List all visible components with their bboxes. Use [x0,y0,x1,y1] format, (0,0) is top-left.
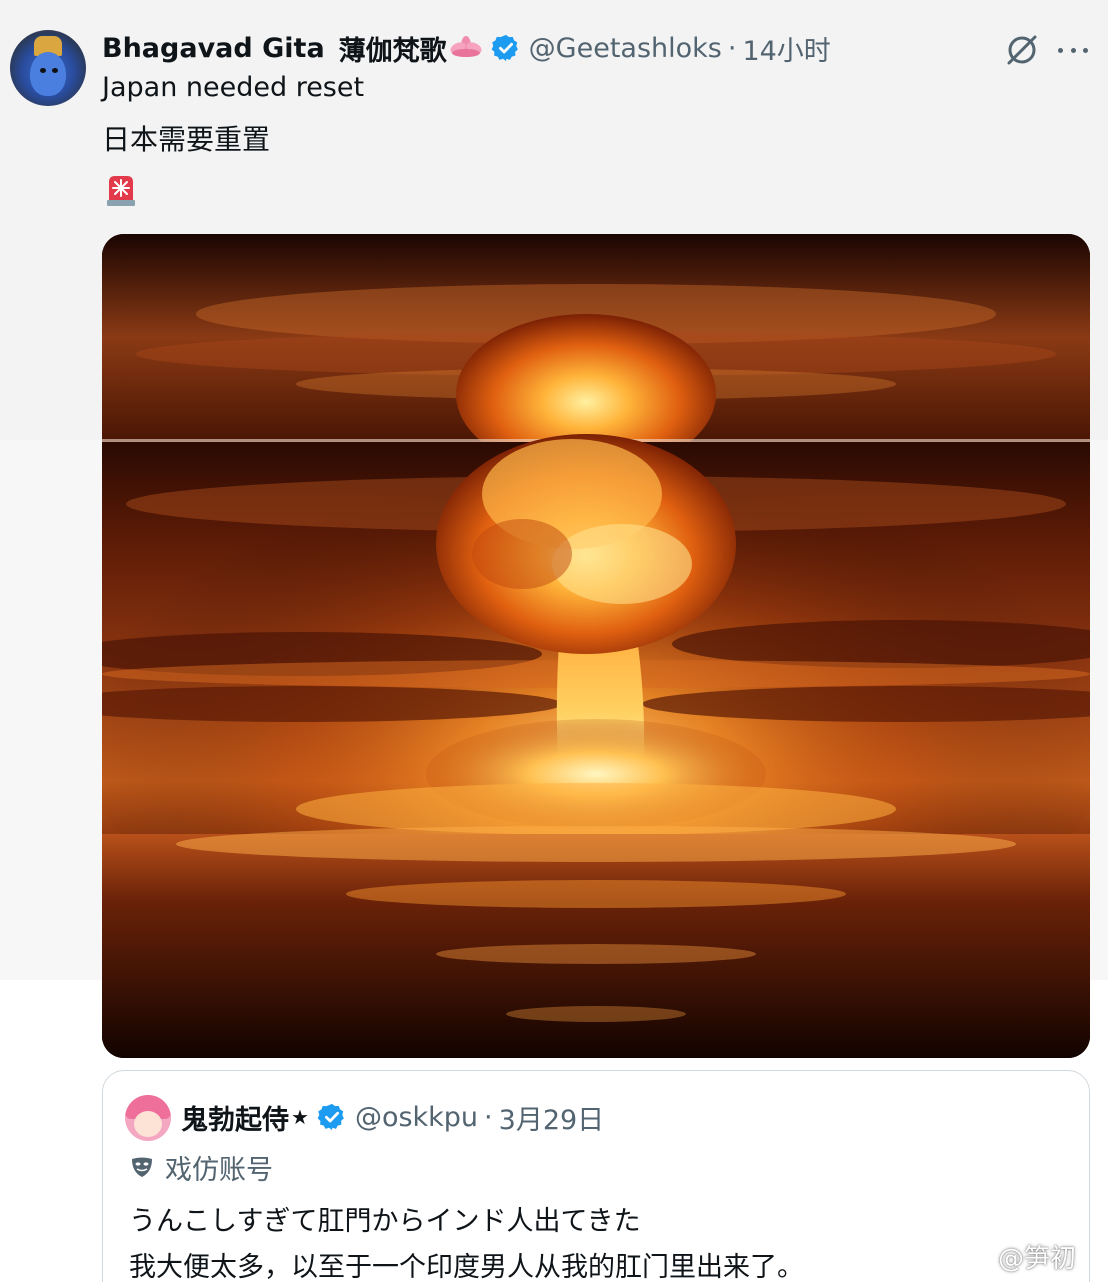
quoted-author-star: ★ [291,1105,309,1129]
quoted-author-name[interactable]: 鬼勃起侍 [181,1098,289,1137]
lotus-emoji-icon [449,32,483,64]
weibo-icon [952,1239,993,1272]
quoted-post-card[interactable]: 鬼勃起侍 ★ @oskkpu · 3月29日 戏仿账号 うんこしすぎて肛門からイ… [102,1070,1090,1282]
avatar-face [134,1111,162,1137]
author-name-cn[interactable]: 薄伽梵歌 [339,29,447,68]
author-name[interactable]: Bhagavad Gita [102,33,325,64]
quoted-text-japanese: うんこしすぎて肛門からインド人出てきた [129,1206,641,1237]
header-separator: · [727,32,737,64]
more-dot [1058,47,1063,53]
more-dot [1070,47,1076,53]
post-time[interactable]: 14小时 [742,29,830,68]
weibo-watermark: @笋初 [952,1236,1076,1276]
author-handle[interactable]: @Geetashloks [529,33,722,64]
quoted-text-chinese: 我大便太多，以至于一个印度男人从我的肛门里出来了。 [129,1252,804,1282]
avatar-eye-left [40,68,46,73]
post-media-image[interactable] [102,234,1090,1058]
grok-icon[interactable] [1004,32,1040,68]
parody-mask-icon [129,1154,155,1180]
nuclear-mushroom-cloud-image [102,234,1090,1058]
parody-account-label: 戏仿账号 [129,1147,273,1187]
quoted-header-separator: · [484,1101,493,1133]
quoted-post-header: 鬼勃起侍 ★ @oskkpu · 3月29日 [181,1097,604,1137]
rotating-light-icon [103,172,139,208]
avatar-face [30,52,66,96]
verified-badge-icon[interactable] [317,1102,347,1132]
more-dot [1083,47,1088,53]
post-header: Bhagavad Gita 薄伽梵歌 @Geetashloks · 14小时 [102,28,831,68]
quoted-author-handle[interactable]: @oskkpu [355,1102,478,1133]
screenshot-page: Bhagavad Gita 薄伽梵歌 @Geetashloks · 14小时 J… [0,0,1108,1282]
author-avatar[interactable] [10,30,86,106]
quoted-post-date[interactable]: 3月29日 [499,1098,605,1137]
avatar-eye-right [52,68,58,73]
post-text-english: Japan needed reset [102,72,365,103]
verified-badge-icon[interactable] [491,33,521,63]
watermark-text: @笋初 [998,1243,1077,1274]
quoted-author-avatar[interactable] [125,1095,171,1141]
more-dots-icon[interactable] [1058,36,1088,64]
parody-label-text: 戏仿账号 [165,1154,273,1186]
post-text-chinese: 日本需要重置 [102,123,271,156]
